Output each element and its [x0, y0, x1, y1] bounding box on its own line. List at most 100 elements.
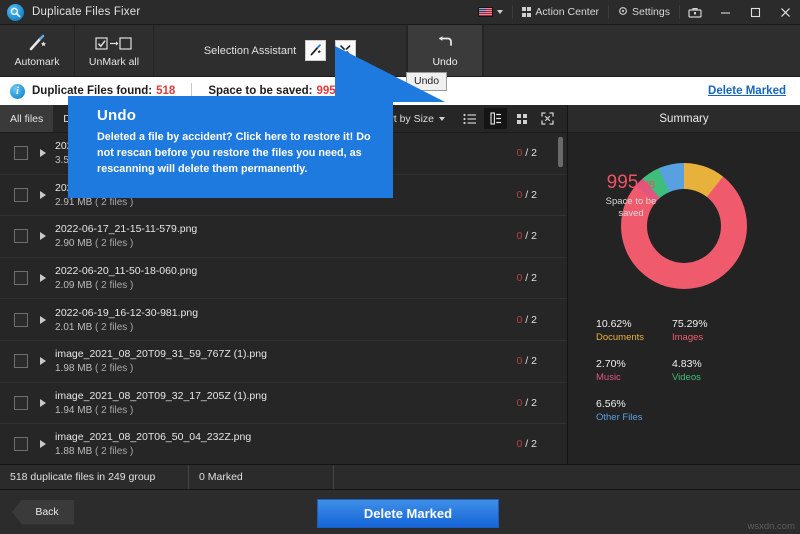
legend-label: Videos — [672, 371, 701, 383]
row-marked-count: 0 / 2 — [516, 396, 537, 409]
selection-assistant-wand-button[interactable] — [305, 40, 327, 61]
row-text: image_2021_08_20T09_32_17_205Z (1).png 1.… — [55, 390, 267, 416]
status-extra — [334, 465, 800, 489]
file-meta: 1.98 MB ( 2 files ) — [55, 363, 267, 374]
expand-arrow-icon[interactable] — [40, 190, 46, 199]
toolbox-icon[interactable] — [680, 0, 710, 24]
total-value: 2 — [531, 438, 537, 451]
unmark-all-button[interactable]: UnMark all — [75, 25, 154, 76]
settings-button[interactable]: Settings — [609, 0, 679, 24]
magic-wand-icon — [27, 34, 47, 53]
row-text: 2022-06-19_16-12-30-981.png 2.01 MB ( 2 f… — [55, 307, 198, 333]
view-grid-button[interactable] — [510, 108, 533, 129]
expand-arrow-icon[interactable] — [40, 398, 46, 407]
row-marked-count: 0 / 2 — [516, 188, 537, 201]
row-checkbox[interactable] — [14, 271, 28, 286]
selection-assistant-label: Selection Assistant — [203, 44, 297, 57]
legend-item: 10.62% Documents — [596, 318, 672, 344]
row-marked-count: 0 / 2 — [516, 147, 537, 160]
table-row[interactable]: image_2021_08_20T09_31_59_767Z (1).png 1.… — [0, 341, 567, 383]
info-icon: i — [10, 83, 25, 99]
view-expand-button[interactable] — [536, 108, 559, 129]
toolbar-spacer — [483, 25, 800, 76]
summary-legend: 10.62% Documents 75.29% Images 2.70% Music 4.8… — [568, 318, 800, 438]
legend-label: Documents — [596, 331, 645, 343]
action-center-label: Action Center — [535, 6, 600, 18]
row-checkbox[interactable] — [14, 312, 28, 327]
donut-center-value: 995 — [606, 171, 639, 193]
row-text: 2022-06-20_11-50-18-060.png 2.09 MB ( 2 f… — [55, 265, 197, 291]
tab-label: All files — [10, 112, 44, 125]
status-bar: 518 duplicate files in 249 group 0 Marke… — [0, 464, 800, 490]
row-checkbox[interactable] — [14, 146, 28, 161]
file-meta: 1.94 MB ( 2 files ) — [55, 405, 267, 416]
marked-value: 0 — [516, 438, 523, 451]
us-flag-icon — [477, 7, 493, 17]
table-row[interactable]: 2022-06-20_11-50-18-060.png 2.09 MB ( 2 f… — [0, 258, 567, 300]
row-checkbox[interactable] — [14, 395, 28, 410]
file-meta: 2.90 MB ( 2 files ) — [55, 238, 197, 249]
delete-marked-button[interactable]: Delete Marked — [317, 499, 499, 528]
file-size: 2.01 MB — [55, 321, 93, 333]
app-title: Duplicate Files Fixer — [32, 6, 141, 18]
legend-item: 2.70% Music — [596, 358, 672, 384]
row-text: image_2021_08_20T09_31_59_767Z (1).png 1.… — [55, 348, 267, 374]
donut-center-label: 995 MB Space to be saved — [568, 133, 694, 259]
tab-all-files[interactable]: All files — [0, 105, 54, 132]
file-count: ( 2 files ) — [95, 238, 134, 250]
row-checkbox[interactable] — [14, 187, 28, 202]
summary-title: Summary — [568, 105, 800, 133]
delete-marked-link[interactable]: Delete Marked — [708, 85, 786, 97]
marked-value: 0 — [516, 230, 523, 243]
table-row[interactable]: image_2021_08_20T06_50_04_232Z.png 1.88 M… — [0, 424, 567, 464]
callout-title: Undo — [97, 107, 137, 124]
view-detail-button[interactable] — [484, 108, 507, 129]
summary-pane: Summary 995 MB Space to be saved 10.62% Do… — [568, 105, 800, 464]
view-list-button[interactable] — [458, 108, 481, 129]
table-row[interactable]: 2022-06-19_16-12-30-981.png 2.01 MB ( 2 f… — [0, 299, 567, 341]
minimize-button[interactable] — [710, 0, 740, 24]
row-checkbox[interactable] — [14, 229, 28, 244]
donut-center-unit: MB — [640, 179, 656, 191]
undo-callout[interactable]: Undo Deleted a file by accident? Click h… — [68, 96, 393, 198]
legend-percent: 75.29% — [672, 318, 708, 330]
legend-item: 75.29% Images — [672, 318, 748, 344]
vertical-scrollbar[interactable] — [558, 137, 563, 167]
expand-arrow-icon[interactable] — [40, 232, 46, 241]
table-row[interactable]: image_2021_08_20T09_32_17_205Z (1).png 1.… — [0, 383, 567, 425]
action-center-button[interactable]: Action Center — [513, 0, 608, 24]
language-selector[interactable] — [469, 0, 512, 24]
total-value: 2 — [531, 396, 537, 409]
file-size: 2.90 MB — [55, 238, 93, 250]
file-count: ( 2 files ) — [95, 280, 134, 292]
chevron-down-icon — [496, 10, 503, 14]
marked-value: 0 — [516, 355, 523, 368]
legend-item: 6.56% Other Files — [596, 398, 672, 424]
maximize-button[interactable] — [740, 0, 770, 24]
row-checkbox[interactable] — [14, 437, 28, 452]
row-text: 2022-06-17_21-15-11-579.png 2.90 MB ( 2 f… — [55, 223, 197, 249]
donut-center-text-1: Space to be — [605, 195, 657, 207]
legend-label: Other Files — [596, 411, 643, 423]
legend-percent: 4.83% — [672, 357, 702, 370]
row-checkbox[interactable] — [14, 354, 28, 369]
expand-arrow-icon[interactable] — [40, 357, 46, 366]
expand-arrow-icon[interactable] — [40, 315, 46, 324]
expand-arrow-icon[interactable] — [40, 274, 46, 283]
table-row[interactable]: 2022-06-17_21-15-11-579.png 2.90 MB ( 2 f… — [0, 216, 567, 258]
row-marked-count: 0 / 2 — [516, 355, 537, 368]
status-duplicates: 518 duplicate files in 249 group — [0, 465, 189, 489]
expand-arrow-icon[interactable] — [40, 149, 46, 158]
row-marked-count: 0 / 2 — [516, 438, 537, 451]
file-meta: 1.88 MB ( 2 files ) — [55, 446, 251, 457]
file-name: image_2021_08_20T06_50_04_232Z.png — [55, 431, 252, 444]
automark-button[interactable]: Automark — [0, 25, 75, 76]
file-size: 2.09 MB — [55, 280, 93, 292]
file-meta: 2.01 MB ( 2 files ) — [55, 322, 198, 333]
title-bar: Duplicate Files Fixer Action Center Sett… — [0, 0, 800, 25]
expand-arrow-icon[interactable] — [40, 440, 46, 449]
file-size: 2.91 MB — [55, 196, 93, 208]
back-button[interactable]: Back — [12, 499, 74, 525]
close-button[interactable] — [770, 0, 800, 24]
row-text: image_2021_08_20T06_50_04_232Z.png 1.88 M… — [55, 431, 251, 457]
